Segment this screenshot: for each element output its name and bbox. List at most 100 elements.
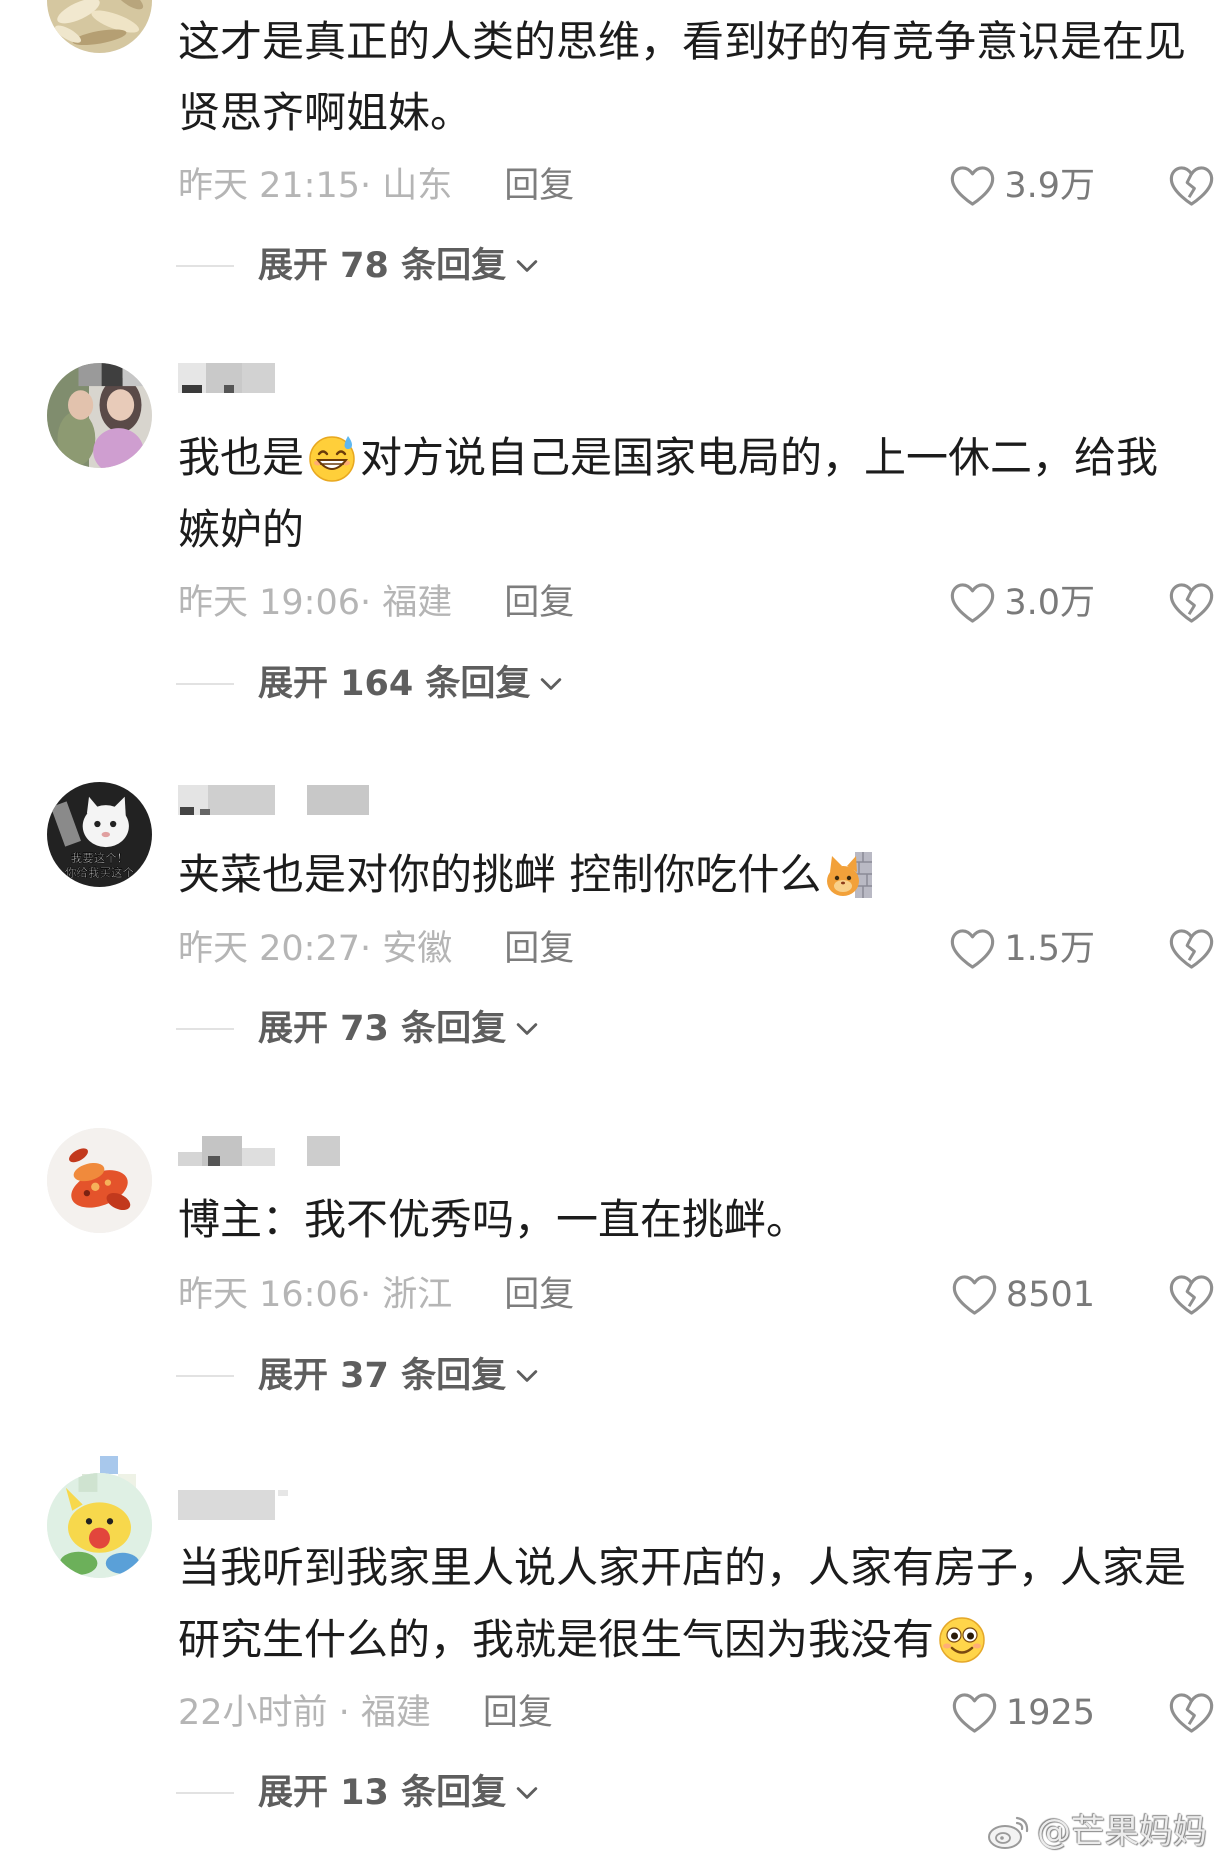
comment-time-location: 昨天 16:06· 浙江	[178, 1275, 453, 1315]
wide-eyed-smile-emoji	[939, 1617, 985, 1663]
dislike-button[interactable]	[1168, 164, 1215, 208]
user-avatar[interactable]	[47, 1128, 152, 1233]
like-button[interactable]: 3.9万	[949, 164, 1095, 208]
like-count: 1.5万	[1004, 929, 1095, 969]
broken-heart-icon	[1169, 928, 1214, 969]
heart-icon	[951, 165, 995, 206]
comment-meta-left: 昨天 19:06· 福建 回复	[178, 581, 574, 625]
expand-divider	[176, 1375, 234, 1377]
avatar-image	[47, 363, 152, 468]
comment-text-line: 嫉妒的	[178, 505, 305, 554]
expand-replies-label: 展开 13 条回复	[258, 1773, 507, 1813]
watermark-text: @芒果妈妈	[1037, 1812, 1207, 1852]
username-blurred[interactable]	[178, 785, 369, 815]
like-button[interactable]: 1.5万	[949, 927, 1095, 971]
expand-replies-button[interactable]: 展开 78 条回复	[176, 244, 538, 288]
dislike-button[interactable]	[1168, 1691, 1215, 1735]
grinning-sweat-face-emoji	[309, 436, 355, 482]
expand-replies-button[interactable]: 展开 37 条回复	[176, 1354, 538, 1398]
dislike-button[interactable]	[1168, 1273, 1215, 1317]
broken-heart-icon	[1169, 1274, 1214, 1315]
comment-meta: 昨天 21:15· 山东 回复 3.9万	[178, 164, 1218, 208]
like-count: 3.0万	[1004, 583, 1095, 623]
comment-meta-left: 昨天 21:15· 山东 回复	[178, 164, 574, 208]
peeking-cat-emoji	[827, 852, 873, 898]
comment-meta: 昨天 20:27· 安徽 回复 1.5万	[178, 927, 1218, 971]
comment-time-location: 昨天 20:27· 安徽	[178, 929, 453, 969]
dislike-button[interactable]	[1168, 927, 1215, 971]
comment-text-line: 这才是真正的人类的思维，看到好的有竞争意识是在见	[178, 17, 1187, 66]
comment-text-line: 夹菜也是对你的挑衅 控制你吃什么	[178, 850, 877, 900]
avatar-image	[47, 0, 152, 53]
expand-replies-button[interactable]: 展开 164 条回复	[176, 662, 562, 706]
heart-icon	[952, 1274, 997, 1315]
reply-button[interactable]: 回复	[504, 927, 574, 971]
expand-replies-label: 展开 78 条回复	[258, 246, 507, 286]
username-blurred[interactable]	[178, 1136, 340, 1166]
expand-replies-button[interactable]: 展开 73 条回复	[176, 1007, 538, 1051]
expand-divider	[176, 265, 234, 267]
chevron-down-icon	[516, 1370, 538, 1382]
reply-button[interactable]: 回复	[504, 1273, 574, 1317]
comment-time-location: 昨天 19:06· 福建	[178, 583, 453, 623]
avatar-caption: 你给我买这个	[65, 866, 135, 880]
reply-button[interactable]: 回复	[504, 164, 574, 208]
username-blurred[interactable]	[178, 363, 275, 393]
reply-button[interactable]: 回复	[504, 581, 574, 625]
expand-divider	[176, 1028, 234, 1030]
dislike-button[interactable]	[1168, 581, 1215, 625]
heart-icon	[951, 928, 995, 969]
like-button[interactable]: 3.0万	[949, 581, 1095, 625]
avatar-image: 我要这个！ 你给我买这个	[47, 782, 152, 887]
comment-meta: 22小时前 · 福建 回复 1925	[178, 1691, 1218, 1735]
chevron-down-icon	[516, 1787, 538, 1799]
comment-meta-left: 22小时前 · 福建 回复	[178, 1691, 553, 1735]
chevron-down-icon	[516, 1023, 538, 1035]
like-button[interactable]: 1925	[951, 1691, 1095, 1735]
user-avatar[interactable]	[47, 363, 152, 468]
comment-meta-left: 昨天 20:27· 安徽 回复	[178, 927, 574, 971]
comment-meta: 昨天 19:06· 福建 回复 3.0万	[178, 581, 1218, 625]
watermark: @芒果妈妈	[987, 1812, 1207, 1852]
expand-replies-label: 展开 37 条回复	[258, 1356, 507, 1396]
avatar-mosaic	[100, 1456, 118, 1474]
comment-meta-left: 昨天 16:06· 浙江 回复	[178, 1273, 574, 1317]
comment-time-location: 22小时前 · 福建	[178, 1693, 431, 1733]
heart-icon	[951, 582, 995, 623]
comment-text-segment: 夹菜也是对你的挑衅 控制你吃什么	[178, 850, 822, 899]
comment-text-line: 我也是 对方说自己是国家电局的，上一休二，给我	[178, 433, 1158, 483]
avatar-image	[47, 1128, 152, 1233]
comment-text-segment: 我也是	[178, 433, 305, 482]
weibo-logo-icon	[988, 1816, 1029, 1849]
expand-divider	[176, 1792, 234, 1794]
avatar-caption: 我要这个！	[71, 851, 129, 865]
username-blurred[interactable]	[178, 1490, 288, 1520]
chevron-down-icon	[516, 260, 538, 272]
user-avatar[interactable]: 我要这个！ 你给我买这个	[47, 782, 152, 887]
like-count: 3.9万	[1004, 166, 1095, 206]
like-button[interactable]: 8501	[951, 1273, 1095, 1317]
expand-replies-button[interactable]: 展开 13 条回复	[176, 1771, 538, 1815]
like-count: 1925	[1005, 1693, 1095, 1733]
comment-text-line: 研究生什么的，我就是很生气因为我没有	[178, 1615, 990, 1665]
avatar-image	[47, 1473, 152, 1578]
user-avatar[interactable]	[47, 0, 152, 53]
comment-text-line: 贤思齐啊姐妹。	[178, 88, 473, 137]
broken-heart-icon	[1169, 1692, 1214, 1733]
expand-replies-label: 展开 73 条回复	[258, 1009, 507, 1049]
expand-replies-label: 展开 164 条回复	[258, 664, 531, 704]
comment-text-segment: 对方说自己是国家电局的，上一休二，给我	[360, 433, 1159, 482]
comment-text-line: 博主：我不优秀吗，一直在挑衅。	[178, 1195, 809, 1244]
comment-text-segment: 研究生什么的，我就是很生气因为我没有	[178, 1615, 935, 1664]
user-avatar[interactable]	[47, 1473, 152, 1578]
chevron-down-icon	[541, 678, 562, 690]
comment-time-location: 昨天 21:15· 山东	[178, 166, 453, 206]
comment-meta: 昨天 16:06· 浙江 回复 8501	[178, 1273, 1218, 1317]
heart-icon	[952, 1692, 997, 1733]
comment-text-line: 当我听到我家里人说人家开店的，人家有房子，人家是	[178, 1543, 1187, 1592]
broken-heart-icon	[1169, 165, 1214, 206]
broken-heart-icon	[1169, 582, 1214, 623]
expand-divider	[176, 683, 234, 685]
like-count: 8501	[1005, 1275, 1095, 1315]
reply-button[interactable]: 回复	[483, 1691, 553, 1735]
